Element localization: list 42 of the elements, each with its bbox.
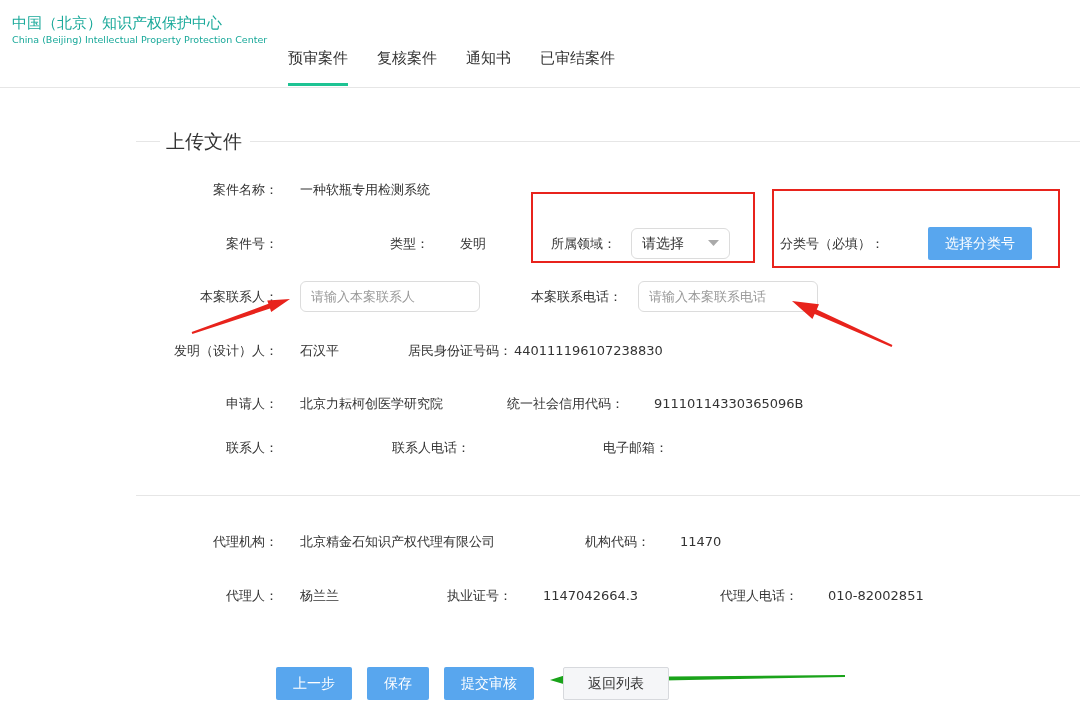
field-label: 居民身份证号码：	[408, 343, 513, 357]
field-value: 一种软瓶专用检测系统	[300, 182, 430, 197]
field-value: 440111196107238830	[514, 342, 663, 358]
field-label: 代理机构：	[212, 535, 279, 549]
field-value: 91110114330365096B	[654, 396, 804, 411]
nav-tab[interactable]: 已审结案件	[540, 46, 615, 86]
logo-title: 中国（北京）知识产权保护中心	[12, 13, 222, 33]
field-value: 1147042664.3	[543, 587, 639, 603]
input-field[interactable]: 请输入本案联系电话	[638, 281, 818, 313]
field-label: 执业证号：	[447, 588, 513, 602]
caret-icon	[708, 240, 719, 247]
field-label: 代理人：	[225, 588, 279, 602]
logo-subtitle: China (Beijing) Intellectual Property Protection Center	[12, 34, 268, 46]
field-label: 联系人电话：	[392, 440, 471, 454]
field-value: 北京力耘柯创医学研究院	[300, 396, 443, 411]
nav-tab[interactable]: 复核案件	[377, 46, 437, 86]
field-label: 所属领域：	[551, 236, 617, 250]
field-label: 本案联系电话：	[531, 290, 623, 304]
field-label: 电子邮箱：	[603, 440, 669, 454]
field-label: 统一社会信用代码：	[507, 397, 625, 411]
field-label: 机构代码：	[585, 535, 651, 549]
field-label: 案件号：	[225, 236, 279, 250]
field-value: 石汉平	[300, 342, 339, 358]
section-title: 上传文件	[165, 128, 243, 154]
field-label: 联系人：	[225, 440, 279, 454]
field-label: 案件名称：	[212, 183, 279, 197]
dropdown-select[interactable]: 请选择	[631, 227, 730, 259]
field-label: 分类号（必填）：	[780, 236, 885, 250]
field-label: 本案联系人：	[199, 290, 279, 304]
field-value: 北京精金石知识产权代理有限公司	[300, 534, 495, 549]
field-label: 申请人：	[225, 397, 279, 411]
field-label: 代理人电话：	[720, 588, 799, 602]
back-button[interactable]: 返回列表	[563, 667, 669, 700]
field-value: 发明	[460, 235, 486, 251]
input-field[interactable]: 请输入本案联系人	[300, 281, 480, 313]
field-label: 发明（设计）人：	[173, 343, 279, 357]
field-value: 11470	[680, 534, 722, 549]
nav-tab[interactable]: 通知书	[466, 46, 511, 86]
nav-tab[interactable]: 预审案件	[288, 46, 348, 86]
field-value: 010-82002851	[828, 587, 924, 603]
field-value: 杨兰兰	[300, 587, 339, 603]
field-label: 类型：	[390, 236, 430, 250]
